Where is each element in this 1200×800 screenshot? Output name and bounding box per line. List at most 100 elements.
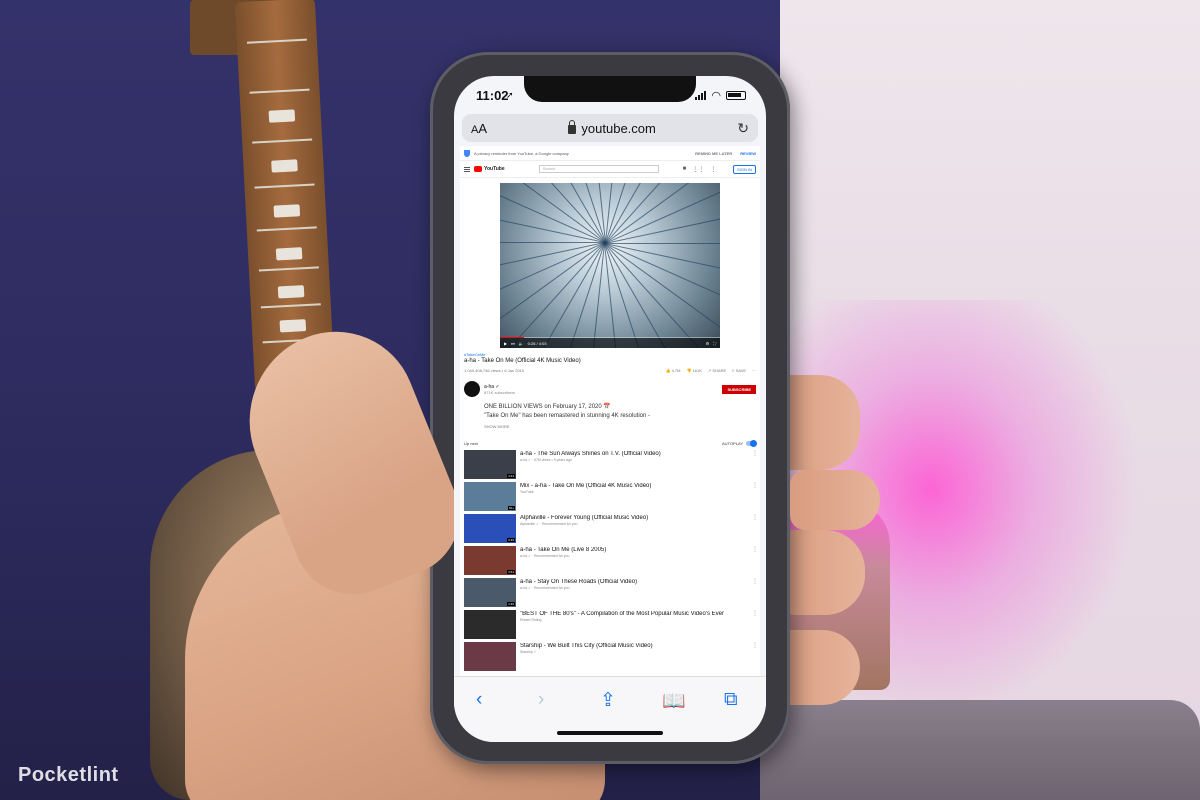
volume-icon[interactable]: 🔈 — [519, 341, 524, 346]
url-field[interactable]: youtube.com — [568, 119, 656, 136]
video-frame-ray — [605, 243, 720, 244]
like-button[interactable]: 👍 4.7M — [665, 368, 680, 373]
rec-text: a-ha - The Sun Always Shines on T.V. (Of… — [520, 450, 748, 482]
hashtag-link[interactable]: #TakeOnMe — [464, 352, 756, 357]
rec-channel: Starship ✓ — [520, 650, 537, 654]
more-icon[interactable]: ⋮ — [752, 610, 758, 642]
video-frame-ray — [605, 183, 668, 244]
sign-in-button[interactable]: SIGN IN — [733, 164, 756, 174]
phone-screen: 11:02 ➚ ◠ AA youtube.com ↻ A privacy rem… — [454, 76, 766, 742]
play-icon[interactable]: ▶ — [504, 341, 507, 346]
play-logo-icon — [474, 166, 482, 172]
privacy-text: A privacy reminder from YouTube, a Googl… — [474, 150, 569, 156]
video-thumbnail[interactable] — [464, 642, 516, 671]
more-icon[interactable]: ⋮ — [752, 578, 758, 610]
apps-icon[interactable]: ⋮⋮ — [692, 166, 704, 173]
duration-badge: 50+ — [507, 506, 515, 510]
video-thumbnail[interactable] — [464, 610, 516, 639]
back-icon[interactable]: ‹ — [476, 689, 482, 711]
up-next-label: Up next — [464, 441, 478, 446]
rec-title[interactable]: Starship - We Built This City (Official … — [520, 643, 748, 650]
youtube-logo[interactable]: YouTube — [474, 166, 505, 172]
list-item[interactable]: Starship - We Built This City (Official … — [460, 642, 760, 674]
rec-text: Alphaville - Forever Young (Official Mus… — [520, 514, 748, 546]
duration-badge: 3:51 — [507, 570, 515, 574]
rec-title[interactable]: Alphaville - Forever Young (Official Mus… — [520, 515, 748, 522]
video-thumbnail[interactable]: 4:43 — [464, 450, 516, 479]
reload-icon[interactable]: ↻ — [737, 120, 749, 137]
more-icon[interactable]: ⋮ — [752, 450, 758, 482]
rec-title[interactable]: "BEST OF THE 80's" - A Compilation of th… — [520, 611, 748, 618]
video-thumbnail[interactable]: 3:46 — [464, 514, 516, 543]
search-input[interactable]: Search — [538, 165, 659, 173]
fullscreen-icon[interactable]: ⛶ — [713, 341, 716, 346]
video-thumbnail[interactable]: 50+ — [464, 482, 516, 511]
channel-row: a-ha ✓ 871K subscribers SUBSCRIBE — [460, 373, 760, 397]
rec-title[interactable]: Mix - a-ha - Take On Me (Official 4K Mus… — [520, 483, 748, 490]
more-icon[interactable]: ⋮ — [752, 642, 758, 674]
location-icon: ➚ — [506, 90, 514, 100]
menu-icon[interactable] — [464, 166, 470, 172]
sofa — [760, 700, 1200, 800]
shield-icon — [464, 149, 470, 157]
rec-channel: Robert Riding — [520, 618, 542, 622]
review-link[interactable]: REVIEW — [740, 151, 756, 156]
list-item[interactable]: 4:43 a-ha - The Sun Always Shines on T.V.… — [460, 450, 760, 482]
list-item[interactable]: 4:46 a-ha - Stay On These Roads (Official… — [460, 578, 760, 610]
video-player[interactable]: ▶ ⏭ 🔈 0:26 / 4:03 ⚙ ⛶ — [500, 183, 720, 348]
forward-icon[interactable]: › — [538, 689, 544, 711]
header-icons: ■ ⋮⋮ ⋮ — [683, 166, 717, 173]
list-item[interactable]: 3:51 a-ha - Take On Me (Live 8 2005) a-ha … — [460, 546, 760, 578]
rec-title[interactable]: a-ha - The Sun Always Shines on T.V. (Of… — [520, 451, 748, 458]
rec-text: Mix - a-ha - Take On Me (Official 4K Mus… — [520, 482, 748, 514]
video-frame-ray — [505, 183, 606, 243]
more-icon[interactable]: ⋮ — [752, 514, 758, 546]
privacy-banner: A privacy reminder from YouTube, a Googl… — [460, 146, 760, 161]
save-button[interactable]: ≡ SAVE — [732, 368, 746, 373]
video-frame-ray — [604, 243, 626, 348]
more-icon[interactable]: ⋮ — [710, 166, 716, 173]
safari-toolbar: ‹ › ⇪ 📖 ⧉ — [454, 676, 766, 742]
tabs-icon[interactable]: ⧉ — [724, 689, 738, 711]
video-stats: 1,040,408,746 views • 6 Jan 2010 👍 4.7M … — [464, 368, 756, 373]
lock-icon — [568, 119, 577, 134]
video-thumbnail[interactable]: 4:46 — [464, 578, 516, 607]
camera-icon[interactable]: ■ — [683, 166, 687, 173]
notch — [524, 76, 696, 102]
avatar[interactable] — [464, 381, 480, 397]
duration-badge: 4:46 — [507, 602, 515, 606]
dislike-button[interactable]: 👎 161K — [686, 368, 701, 373]
list-item[interactable]: 3:46 Alphaville - Forever Young (Official… — [460, 514, 760, 546]
rec-title[interactable]: a-ha - Stay On These Roads (Official Vid… — [520, 579, 748, 586]
more-actions-icon[interactable]: ⋯ — [752, 368, 756, 373]
reader-text-size-button[interactable]: AA — [471, 121, 487, 136]
home-indicator — [557, 731, 663, 735]
address-bar[interactable]: AA youtube.com ↻ — [462, 114, 758, 142]
remind-later-link[interactable]: REMIND ME LATER — [695, 151, 732, 156]
subscriber-count: 871K subscribers — [484, 389, 515, 395]
autoplay-toggle[interactable] — [746, 440, 757, 447]
more-icon[interactable]: ⋮ — [752, 482, 758, 514]
video-thumbnail[interactable]: 3:51 — [464, 546, 516, 575]
list-item[interactable]: 50+ Mix - a-ha - Take On Me (Official 4K … — [460, 482, 760, 514]
more-icon[interactable]: ⋮ — [752, 546, 758, 578]
recommendation-list: 4:43 a-ha - The Sun Always Shines on T.V.… — [460, 450, 760, 674]
rec-title[interactable]: a-ha - Take On Me (Live 8 2005) — [520, 547, 748, 554]
show-more-link[interactable]: SHOW MORE — [484, 422, 756, 431]
web-content: A privacy reminder from YouTube, a Googl… — [460, 146, 760, 676]
duration-badge: 4:43 — [507, 474, 515, 478]
share-icon[interactable]: ⇪ — [600, 689, 616, 712]
next-icon[interactable]: ⏭ — [511, 341, 515, 346]
player-controls: ▶ ⏭ 🔈 0:26 / 4:03 ⚙ ⛶ — [500, 338, 720, 348]
rec-channel: YouTube — [520, 490, 534, 494]
rec-channel: Alphaville ✓ · Recommended for you — [520, 522, 578, 526]
share-button[interactable]: ↗ SHARE — [708, 368, 726, 373]
settings-icon[interactable]: ⚙ — [706, 341, 710, 346]
subscribe-button[interactable]: SUBSCRIBE — [722, 384, 756, 394]
rec-text: a-ha - Take On Me (Live 8 2005) a-ha ✓ · … — [520, 546, 748, 578]
bookmarks-icon[interactable]: 📖 — [662, 689, 686, 713]
list-item[interactable]: "BEST OF THE 80's" - A Compilation of th… — [460, 610, 760, 642]
player-time: 0:26 / 4:03 — [527, 340, 547, 346]
battery-icon — [726, 91, 746, 100]
video-title: a-ha - Take On Me (Official 4K Music Vid… — [464, 358, 581, 364]
